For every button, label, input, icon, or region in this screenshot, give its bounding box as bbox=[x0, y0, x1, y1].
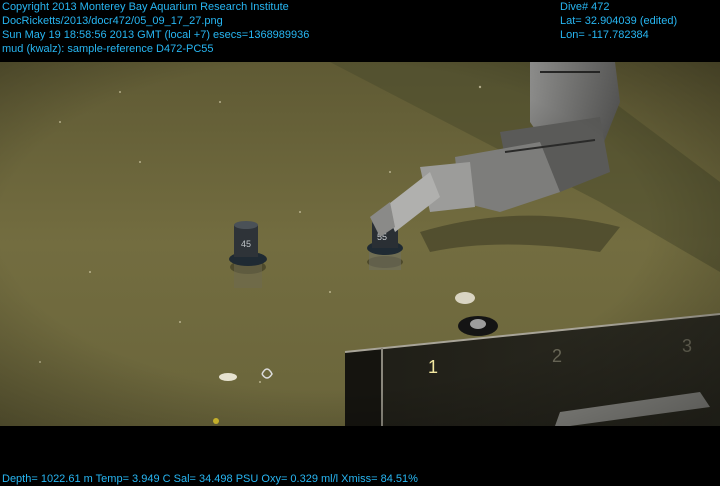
seafloor-photo: 45 55 bbox=[0, 62, 720, 426]
copyright-line: Copyright 2013 Monterey Bay Aquarium Res… bbox=[2, 1, 289, 13]
dive-number: Dive# 472 bbox=[560, 1, 610, 13]
lighting-vignette bbox=[0, 62, 720, 426]
timestamp-line: Sun May 19 18:58:56 2013 GMT (local +7) … bbox=[2, 29, 310, 41]
header-right: Dive# 472 Lat= 32.904039 (edited) Lon= -… bbox=[560, 0, 677, 42]
image-path-line: DocRicketts/2013/docr472/05_09_17_27.png bbox=[2, 15, 223, 27]
annotation-line: mud (kwalz): sample-reference D472-PC55 bbox=[2, 43, 214, 55]
latitude: Lat= 32.904039 (edited) bbox=[560, 15, 678, 27]
longitude: Lon= -117.782384 bbox=[560, 29, 649, 41]
telemetry-footer: Depth= 1022.61 m Temp= 3.949 C Sal= 34.4… bbox=[2, 473, 418, 485]
header-left: Copyright 2013 Monterey Bay Aquarium Res… bbox=[2, 0, 309, 56]
